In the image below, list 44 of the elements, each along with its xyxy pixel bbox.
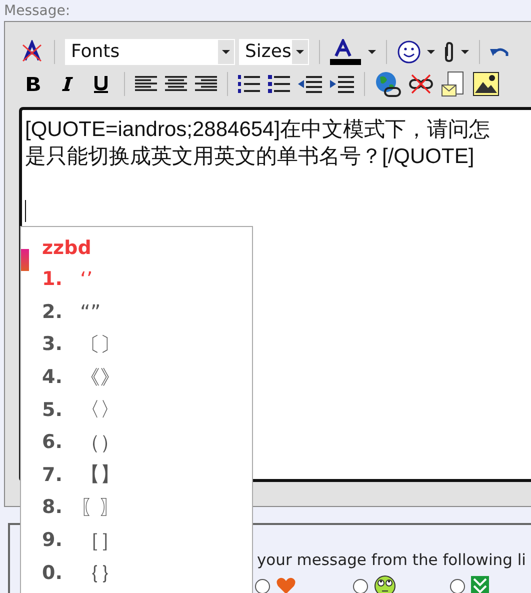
radio-button[interactable] [255,578,270,593]
message-label: Message: [3,2,72,21]
outdent-icon[interactable] [298,74,322,94]
checkmark-icon [471,576,490,593]
dropdown-icon [218,40,234,64]
ime-candidate[interactable]: 1. ‘’ [42,263,93,296]
ime-candidate[interactable]: 8. 〖〗 [42,491,120,524]
ime-candidate[interactable]: 4. 《》 [42,360,120,394]
ime-candidate[interactable]: 3. 〔〕 [42,328,120,361]
caret-icon[interactable] [461,50,469,54]
align-right-icon[interactable] [195,76,217,92]
globe-link-icon[interactable] [375,71,401,97]
paperclip-icon[interactable] [443,41,455,63]
radio-button[interactable] [352,578,368,593]
unlink-icon[interactable] [409,74,433,94]
bulleted-list-icon[interactable] [268,74,290,94]
ime-candidate[interactable]: 0. ｛｝ [42,556,120,589]
heart-icon [276,577,296,593]
dropdown-icon [292,40,308,64]
ime-marker [21,249,29,271]
align-left-icon[interactable] [135,76,157,92]
align-center-icon[interactable] [165,76,187,92]
ime-candidate[interactable]: 2. “” [42,296,101,328]
image-icon[interactable] [473,72,499,96]
post-icons-hint: your message from the following li [257,551,526,569]
smiley-icon[interactable] [397,40,421,64]
caret-icon[interactable] [368,50,376,54]
ime-candidate[interactable]: 9. ［］ [42,524,120,556]
ime-candidate[interactable]: 6. （） [42,426,120,459]
editor-text-line: 是只能切换成英文用英文的单书名号？[/QUOTE] [25,144,474,170]
indent-icon[interactable] [330,74,354,94]
font-select[interactable]: Fonts [65,39,235,65]
radio-button[interactable] [450,578,466,593]
size-select[interactable]: Sizes [239,39,309,65]
remove-format-icon[interactable] [20,40,44,64]
ime-candidate[interactable]: 5. 〈〉 [42,393,120,426]
ime-composition: zzbd [42,236,92,261]
rolling-eyes-face-icon [374,575,396,593]
editor-text-line: [QUOTE=iandros;2884654]在中文模式下，请问怎 [25,117,490,143]
text-cursor [25,200,26,222]
text-color-icon[interactable] [330,39,362,65]
caret-icon[interactable] [427,50,435,54]
numbered-list-icon[interactable] [238,74,260,94]
email-document-icon[interactable] [441,71,465,97]
